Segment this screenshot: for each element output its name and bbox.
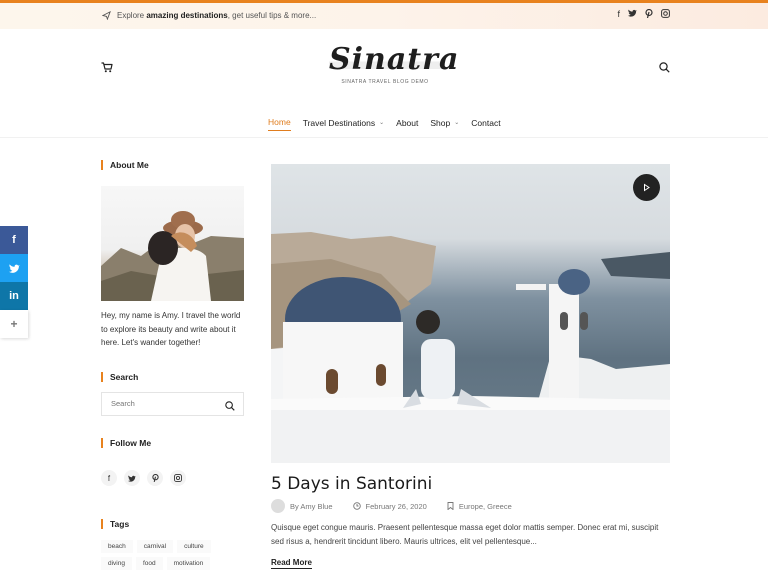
nav-item-shop[interactable]: Shop ⌄: [430, 117, 459, 131]
pinterest-icon[interactable]: [645, 8, 653, 20]
top-bar-highlight[interactable]: amazing destinations: [146, 11, 227, 20]
logo-text: Sinatra: [329, 42, 460, 77]
share-bar: f in +: [0, 226, 28, 338]
author-avatar[interactable]: [271, 499, 285, 513]
post-excerpt: Quisque eget congue mauris. Praesent pel…: [271, 523, 659, 546]
follow-widget-title: Follow Me: [101, 438, 151, 448]
tag-culture[interactable]: culture: [177, 540, 211, 553]
twitter-icon[interactable]: [628, 9, 637, 20]
instagram-icon[interactable]: [661, 9, 670, 20]
about-photo: [101, 186, 244, 301]
nav-item-label: About: [396, 117, 419, 128]
play-button[interactable]: [633, 174, 660, 201]
post-author[interactable]: By Amy Blue: [290, 502, 333, 511]
nav-item-label: Shop: [430, 117, 451, 128]
sidebar-search-input[interactable]: [102, 393, 221, 414]
search-icon[interactable]: [225, 398, 235, 416]
top-bar: Explore amazing destinations, get useful…: [0, 3, 768, 29]
tag-food[interactable]: food: [135, 557, 163, 570]
post-meta: By Amy Blue February 26, 2020 Europe, Gr…: [271, 499, 512, 513]
share-linkedin-icon[interactable]: in: [0, 282, 28, 310]
bookmark-icon: [447, 502, 454, 510]
top-bar-suffix: , get useful tips & more...: [227, 11, 317, 20]
share-more-button[interactable]: +: [0, 310, 28, 338]
about-text: Hey, my name is Amy. I travel the world …: [101, 311, 241, 347]
tag-cloud: beach carnival culture diving food motivation: [101, 540, 241, 570]
twitter-icon[interactable]: [124, 470, 140, 486]
site-header: Sinatra SINATRA TRAVEL BLOG DEMO: [0, 29, 768, 105]
chevron-down-icon: ⌄: [454, 120, 460, 126]
top-bar-prefix: Explore: [117, 11, 145, 20]
read-more-link[interactable]: Read More: [271, 558, 312, 569]
post-categories[interactable]: Europe, Greece: [459, 502, 512, 511]
featured-image[interactable]: [271, 164, 670, 463]
nav-item-label: Contact: [471, 117, 501, 128]
nav-item-home[interactable]: Home: [268, 117, 291, 131]
tag-diving[interactable]: diving: [101, 557, 132, 570]
tag-motivation[interactable]: motivation: [166, 557, 211, 570]
instagram-icon[interactable]: [170, 470, 186, 486]
top-social-links: f: [617, 8, 670, 20]
sidebar-search: [101, 392, 244, 416]
paper-plane-icon: [102, 11, 111, 20]
main-navigation: Home Travel Destinations ⌄ About Shop ⌄ Contac…: [0, 113, 768, 138]
search-widget-title: Search: [101, 372, 138, 382]
tags-widget-title: Tags: [101, 519, 129, 529]
pinterest-icon[interactable]: [147, 470, 163, 486]
top-bar-message: Explore amazing destinations, get useful…: [102, 11, 316, 20]
nav-item-contact[interactable]: Contact: [471, 117, 500, 131]
post-title[interactable]: 5 Days in Santorini: [271, 474, 432, 494]
nav-item-label: Home: [268, 117, 291, 127]
tag-beach[interactable]: beach: [101, 540, 133, 553]
clock-icon: [352, 502, 361, 510]
chevron-down-icon: ⌄: [379, 120, 385, 126]
share-facebook-icon[interactable]: f: [0, 226, 28, 254]
post-date[interactable]: February 26, 2020: [366, 502, 427, 511]
play-icon: [644, 183, 650, 192]
tag-carnival[interactable]: carnival: [136, 540, 174, 553]
site-logo[interactable]: Sinatra SINATRA TRAVEL BLOG DEMO: [329, 42, 460, 85]
sidebar: About Me Hey, my name is Amy. I travel t…: [101, 160, 245, 570]
facebook-icon[interactable]: f: [101, 470, 117, 486]
nav-item-about[interactable]: About: [396, 117, 418, 131]
nav-item-label: Travel Destinations: [302, 117, 376, 128]
follow-links: f: [101, 470, 186, 486]
about-widget-title: About Me: [101, 160, 245, 170]
site-tagline: SINATRA TRAVEL BLOG DEMO: [341, 79, 429, 85]
cart-icon[interactable]: [101, 60, 113, 78]
share-twitter-icon[interactable]: [0, 254, 28, 282]
nav-item-travel-destinations[interactable]: Travel Destinations ⌄: [303, 117, 384, 131]
facebook-icon[interactable]: f: [617, 9, 620, 20]
header-search-icon[interactable]: [659, 60, 670, 78]
